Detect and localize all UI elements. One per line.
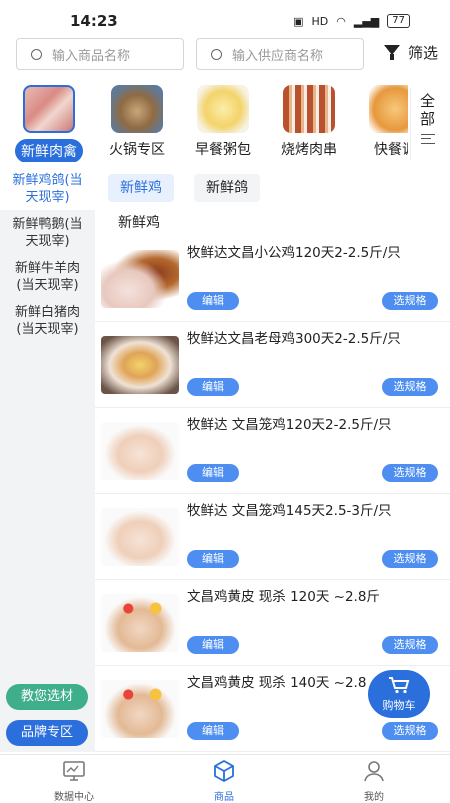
- tab-label: 我的: [364, 792, 384, 803]
- status-icons: ▣ HD ◠ ▂▄▆ 77: [293, 14, 410, 28]
- search-row: 输入商品名称 输入供应商名称 筛选: [0, 38, 450, 72]
- edit-button[interactable]: 编辑: [187, 378, 239, 396]
- select-spec-button[interactable]: 选规格: [382, 550, 438, 568]
- sidebar-item-label: 新鲜鸭鹅(当: [12, 217, 83, 232]
- all-label-2: 部: [419, 110, 435, 128]
- fastfood-image: [369, 85, 408, 133]
- product-search-input[interactable]: 输入商品名称: [16, 38, 184, 70]
- monitor-icon: [63, 761, 85, 781]
- product-image: [101, 422, 179, 480]
- battery-icon: 77: [387, 14, 410, 28]
- user-icon: [364, 761, 384, 782]
- sidebar-item-label: (当天现宰): [16, 322, 79, 337]
- category-strip: 新鲜肉禽 火锅专区 早餐粥包 烧烤肉串 快餐调: [0, 80, 408, 162]
- box-icon: [214, 759, 234, 783]
- product-image: [101, 680, 179, 738]
- category-fastfood[interactable]: 快餐调: [354, 80, 408, 159]
- select-spec-button[interactable]: 选规格: [382, 378, 438, 396]
- select-spec-button[interactable]: 选规格: [382, 464, 438, 482]
- select-spec-button[interactable]: 选规格: [382, 292, 438, 310]
- sub-tabs: 新鲜鸡 新鲜鸽 新鲜鸡: [100, 172, 450, 234]
- cart-label: 购物车: [382, 699, 416, 712]
- meat-poultry-image: [23, 85, 75, 133]
- sidebar-item-pork[interactable]: 新鲜白猪肉 (当天现宰): [0, 300, 95, 342]
- edit-button[interactable]: 编辑: [187, 722, 239, 740]
- hotpot-image: [111, 85, 163, 133]
- search-icon: [211, 48, 222, 60]
- category-meat-poultry[interactable]: 新鲜肉禽: [8, 80, 90, 162]
- sidebar-item-duck-goose[interactable]: 新鲜鸭鹅(当 天现宰): [0, 212, 95, 254]
- section-title: 新鲜鸡: [118, 215, 160, 231]
- list-item[interactable]: 文昌鸡黄皮 现杀 120天 ~2.8斤 编辑 选规格: [95, 580, 450, 666]
- edit-button[interactable]: 编辑: [187, 292, 239, 310]
- list-item[interactable]: 牧鲜达 文昌笼鸡145天2.5-3斤/只 编辑 选规格: [95, 494, 450, 580]
- edit-button[interactable]: 编辑: [187, 636, 239, 654]
- supplier-search-input[interactable]: 输入供应商名称: [196, 38, 364, 70]
- all-label-1: 全: [419, 92, 435, 110]
- tab-fresh-pigeon[interactable]: 新鲜鸽: [194, 174, 260, 202]
- select-spec-button[interactable]: 选规格: [382, 722, 438, 740]
- sidebar-item-chicken-pigeon[interactable]: 新鲜鸡鸽(当 天现宰): [0, 168, 95, 210]
- select-spec-button[interactable]: 选规格: [382, 636, 438, 654]
- filter-icon: [383, 44, 402, 61]
- sidebar-item-label: 天现宰): [25, 190, 70, 205]
- list-item[interactable]: 牧鲜达文昌老母鸡300天2-2.5斤/只 编辑 选规格: [95, 322, 450, 408]
- list-item[interactable]: 牧鲜达文昌小公鸡120天2-2.5斤/只 编辑 选规格: [95, 236, 450, 322]
- filter-button[interactable]: 筛选: [383, 42, 438, 63]
- product-image: [101, 336, 179, 394]
- product-name: 牧鲜达 文昌笼鸡145天2.5-3斤/只: [187, 503, 392, 519]
- category-hotpot[interactable]: 火锅专区: [96, 80, 178, 159]
- category-label: 火锅专区: [109, 142, 165, 158]
- sidebar-item-label: (当天现宰): [16, 278, 79, 293]
- tab-products[interactable]: 商品: [184, 759, 264, 803]
- tab-data-center[interactable]: 数据中心: [34, 759, 114, 803]
- nfc-icon: ▣: [293, 14, 304, 28]
- product-image: [101, 250, 179, 308]
- signal-icon: ▂▄▆: [353, 14, 380, 28]
- product-search-placeholder: 输入商品名称: [52, 48, 131, 64]
- product-image: [101, 508, 179, 566]
- hd-icon: HD: [311, 14, 329, 28]
- sidebar-item-label: 天现宰): [25, 234, 70, 249]
- tab-mine[interactable]: 我的: [334, 759, 414, 803]
- brand-zone-button[interactable]: 品牌专区: [6, 720, 88, 746]
- breakfast-image: [197, 85, 249, 133]
- category-label: 烧烤肉串: [281, 142, 337, 158]
- category-breakfast[interactable]: 早餐粥包: [182, 80, 264, 159]
- product-image: [101, 594, 179, 652]
- wifi-icon: ◠: [336, 14, 346, 28]
- tab-label: 数据中心: [54, 792, 94, 803]
- menu-lines-icon: [420, 134, 435, 144]
- edit-button[interactable]: 编辑: [187, 550, 239, 568]
- search-icon: [31, 48, 42, 60]
- product-name: 牧鲜达 文昌笼鸡120天2-2.5斤/只: [187, 417, 392, 433]
- product-name: 牧鲜达文昌小公鸡120天2-2.5斤/只: [187, 245, 401, 261]
- sidebar: 新鲜鸡鸽(当 天现宰) 新鲜鸭鹅(当 天现宰) 新鲜牛羊肉 (当天现宰) 新鲜白…: [0, 168, 95, 752]
- category-label: 早餐粥包: [195, 142, 251, 158]
- product-name: 牧鲜达文昌老母鸡300天2-2.5斤/只: [187, 331, 401, 347]
- supplier-search-placeholder: 输入供应商名称: [232, 48, 324, 64]
- all-categories-button[interactable]: 全 部: [410, 88, 444, 160]
- category-label: 快餐调: [374, 142, 408, 158]
- product-name: 文昌鸡黄皮 现杀 120天 ~2.8斤: [187, 589, 380, 605]
- category-label: 新鲜肉禽: [15, 139, 83, 162]
- sidebar-item-label: 新鲜白猪肉: [14, 305, 80, 320]
- cart-icon: [389, 677, 410, 694]
- cart-button[interactable]: 购物车: [368, 670, 430, 718]
- bbq-image: [283, 85, 335, 133]
- status-time: 14:23: [70, 12, 118, 30]
- teach-selection-button[interactable]: 教您选材: [6, 684, 88, 710]
- list-item[interactable]: 牧鲜达 文昌笼鸡120天2-2.5斤/只 编辑 选规格: [95, 408, 450, 494]
- sidebar-item-beef-lamb[interactable]: 新鲜牛羊肉 (当天现宰): [0, 256, 95, 298]
- filter-label: 筛选: [407, 44, 438, 62]
- sidebar-item-label: 新鲜牛羊肉: [14, 261, 80, 276]
- bottom-nav: 数据中心 商品 我的: [0, 754, 450, 803]
- tab-label: 商品: [214, 792, 234, 803]
- category-bbq[interactable]: 烧烤肉串: [268, 80, 350, 159]
- tab-fresh-chicken[interactable]: 新鲜鸡: [108, 174, 174, 202]
- edit-button[interactable]: 编辑: [187, 464, 239, 482]
- status-bar: 14:23 ▣ HD ◠ ▂▄▆ 77: [0, 0, 450, 34]
- sidebar-item-label: 新鲜鸡鸽(当: [12, 173, 83, 188]
